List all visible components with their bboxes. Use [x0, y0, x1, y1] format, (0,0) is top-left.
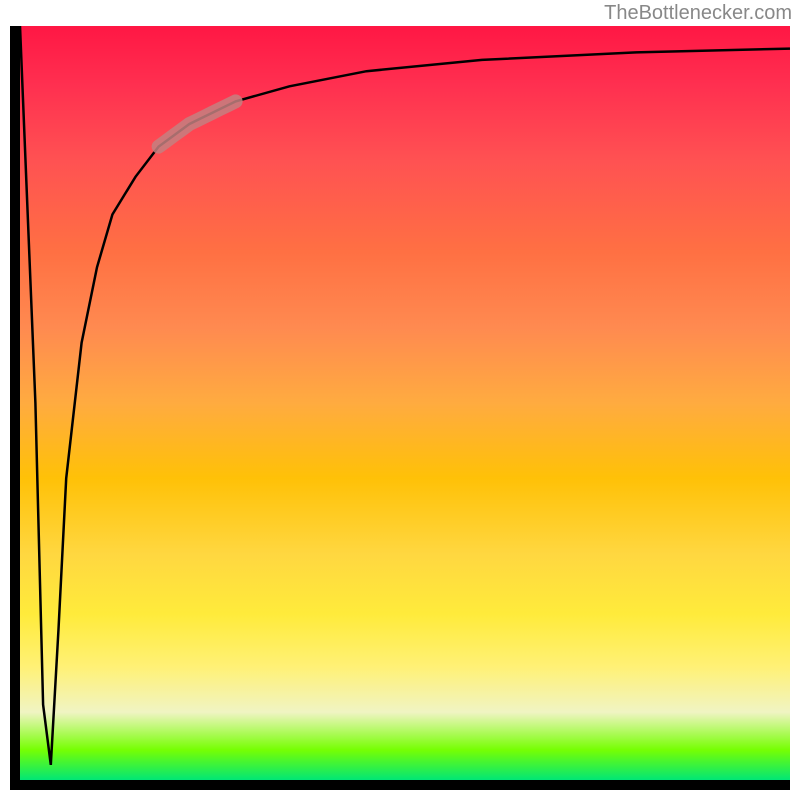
watermark-label: TheBottlenecker.com	[604, 2, 792, 25]
curve-svg	[20, 26, 790, 780]
highlight-segment	[159, 101, 236, 146]
chart-plot-area	[10, 26, 790, 790]
bottleneck-curve-line	[20, 26, 790, 765]
